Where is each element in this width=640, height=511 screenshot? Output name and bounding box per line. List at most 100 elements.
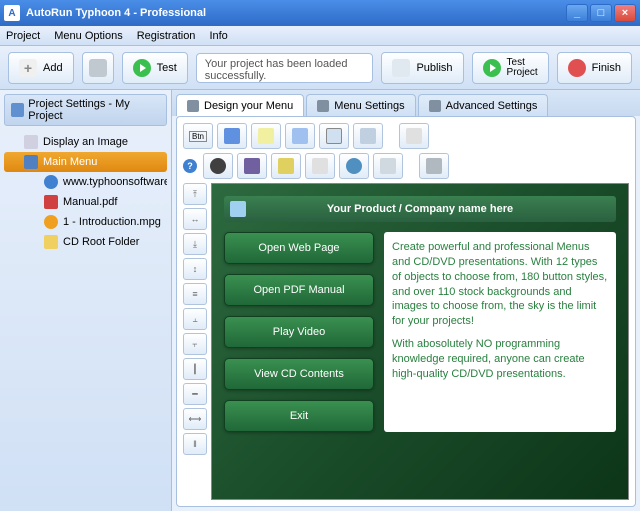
video-icon bbox=[346, 158, 362, 174]
menubar: Project Menu Options Registration Info bbox=[0, 26, 640, 46]
object-toolbar-row2: ? bbox=[183, 153, 629, 179]
pdf-icon bbox=[44, 195, 58, 209]
align-button[interactable]: ⤒ bbox=[183, 183, 207, 205]
canvas-title: Your Product / Company name here bbox=[327, 203, 513, 215]
obj-flash[interactable] bbox=[203, 153, 233, 179]
tab-icon bbox=[429, 100, 441, 112]
menu-menu-options[interactable]: Menu Options bbox=[54, 30, 122, 42]
align-button[interactable]: ━ bbox=[183, 383, 207, 405]
obj-button[interactable]: Btn bbox=[183, 123, 213, 149]
finish-label: Finish bbox=[592, 62, 621, 74]
align-toolbar: ⤒ ↔ ⤓ ↕ ≡ ⫠ ⫟ ┃ ━ ⟷ ‖ bbox=[183, 183, 207, 500]
design-area: Btn ? ⤒ ↔ ⤓ ↕ ≡ ⫠ ⫟ ┃ ━ ⟷ ‖ bbox=[176, 116, 636, 507]
obj-present[interactable] bbox=[305, 153, 335, 179]
tab-icon bbox=[187, 100, 199, 112]
canvas-button[interactable]: Open PDF Manual bbox=[224, 274, 374, 306]
tree-node[interactable]: Manual.pdf bbox=[4, 192, 167, 212]
maximize-button[interactable]: □ bbox=[590, 4, 612, 22]
obj-trash[interactable] bbox=[419, 153, 449, 179]
add-icon: + bbox=[19, 59, 37, 77]
test-label: Test bbox=[157, 62, 177, 74]
tab-bar: Design your Menu Menu SettingsAdvanced Se… bbox=[172, 90, 640, 116]
canvas-button[interactable]: View CD Contents bbox=[224, 358, 374, 390]
mpg-icon bbox=[44, 215, 58, 229]
align-button[interactable]: ┃ bbox=[183, 358, 207, 380]
fold-icon bbox=[44, 235, 58, 249]
grid-icon bbox=[360, 128, 376, 144]
window-title: AutoRun Typhoon 4 - Professional bbox=[26, 7, 566, 19]
info-paragraph-1: Create powerful and professional Menus a… bbox=[392, 240, 608, 329]
align-button[interactable]: ⫟ bbox=[183, 333, 207, 355]
align-button[interactable]: ≡ bbox=[183, 283, 207, 305]
tab[interactable]: Advanced Settings bbox=[418, 94, 549, 116]
test-project-button[interactable]: Test Project bbox=[472, 52, 549, 84]
obj-group[interactable] bbox=[399, 123, 429, 149]
tree-node-label: 1 - Introduction.mpg bbox=[63, 216, 161, 228]
minimize-button[interactable]: _ bbox=[566, 4, 588, 22]
test-button[interactable]: Test bbox=[122, 52, 188, 84]
object-toolbar-row1: Btn bbox=[183, 123, 629, 149]
canvas-button[interactable]: Exit bbox=[224, 400, 374, 432]
canvas-button[interactable]: Play Video bbox=[224, 316, 374, 348]
tree-node-label: www.typhoonsoftware.com bbox=[63, 176, 167, 188]
obj-media[interactable] bbox=[237, 153, 267, 179]
settings-icon bbox=[11, 103, 24, 117]
tree-node-label: CD Root Folder bbox=[63, 236, 139, 248]
align-button[interactable]: ⤓ bbox=[183, 233, 207, 255]
obj-text[interactable] bbox=[251, 123, 281, 149]
flash-icon bbox=[210, 158, 226, 174]
sidebar: Project Settings - My Project Display an… bbox=[0, 90, 172, 511]
close-button[interactable]: × bbox=[614, 4, 636, 22]
align-button[interactable]: ‖ bbox=[183, 433, 207, 455]
obj-window[interactable] bbox=[319, 123, 349, 149]
align-button[interactable]: ↔ bbox=[183, 208, 207, 230]
canvas-info-box[interactable]: Create powerful and professional Menus a… bbox=[384, 232, 616, 432]
finish-icon bbox=[568, 59, 586, 77]
disc-icon bbox=[230, 201, 246, 217]
toolbar: + Add Test Your project has been loaded s… bbox=[0, 46, 640, 90]
menu-registration[interactable]: Registration bbox=[137, 30, 196, 42]
trash-icon bbox=[89, 59, 107, 77]
canvas-button[interactable]: Open Web Page bbox=[224, 232, 374, 264]
obj-page[interactable] bbox=[285, 123, 315, 149]
menu-project[interactable]: Project bbox=[6, 30, 40, 42]
publish-button[interactable]: Publish bbox=[381, 52, 463, 84]
tab[interactable]: Design your Menu bbox=[176, 94, 304, 116]
obj-list[interactable] bbox=[373, 153, 403, 179]
obj-sound[interactable] bbox=[271, 153, 301, 179]
tree-node-label: Main Menu bbox=[43, 156, 97, 168]
sidebar-header-label: Project Settings - My Project bbox=[28, 98, 160, 122]
obj-grid[interactable] bbox=[353, 123, 383, 149]
status-message: Your project has been loaded successfull… bbox=[196, 53, 374, 83]
play-icon bbox=[133, 59, 151, 77]
canvas-title-bar[interactable]: Your Product / Company name here bbox=[224, 196, 616, 222]
ie-icon bbox=[44, 175, 58, 189]
tree-node[interactable]: www.typhoonsoftware.com bbox=[4, 172, 167, 192]
design-canvas[interactable]: Your Product / Company name here Open We… bbox=[211, 183, 629, 500]
align-button[interactable]: ↕ bbox=[183, 258, 207, 280]
tree-node[interactable]: Display an Image bbox=[4, 132, 167, 152]
tab-label: Design your Menu bbox=[204, 100, 293, 112]
add-label: Add bbox=[43, 62, 63, 74]
help-icon[interactable]: ? bbox=[183, 159, 197, 173]
info-paragraph-2: With abosolutely NO programming knowledg… bbox=[392, 337, 608, 382]
delete-button[interactable] bbox=[82, 52, 114, 84]
tree-node-label: Display an Image bbox=[43, 136, 128, 148]
group-icon bbox=[406, 128, 422, 144]
align-button[interactable]: ⟷ bbox=[183, 408, 207, 430]
sidebar-header: Project Settings - My Project bbox=[4, 94, 167, 126]
obj-image[interactable] bbox=[217, 123, 247, 149]
finish-button[interactable]: Finish bbox=[557, 52, 632, 84]
align-button[interactable]: ⫠ bbox=[183, 308, 207, 330]
add-button[interactable]: + Add bbox=[8, 52, 74, 84]
text-icon bbox=[258, 128, 274, 144]
publish-icon bbox=[392, 59, 410, 77]
menu-info[interactable]: Info bbox=[209, 30, 227, 42]
play-icon bbox=[483, 59, 501, 77]
tab-icon bbox=[317, 100, 329, 112]
obj-video[interactable] bbox=[339, 153, 369, 179]
tree-node[interactable]: Main Menu bbox=[4, 152, 167, 172]
tree-node[interactable]: 1 - Introduction.mpg bbox=[4, 212, 167, 232]
tab[interactable]: Menu Settings bbox=[306, 94, 415, 116]
tree-node[interactable]: CD Root Folder bbox=[4, 232, 167, 252]
